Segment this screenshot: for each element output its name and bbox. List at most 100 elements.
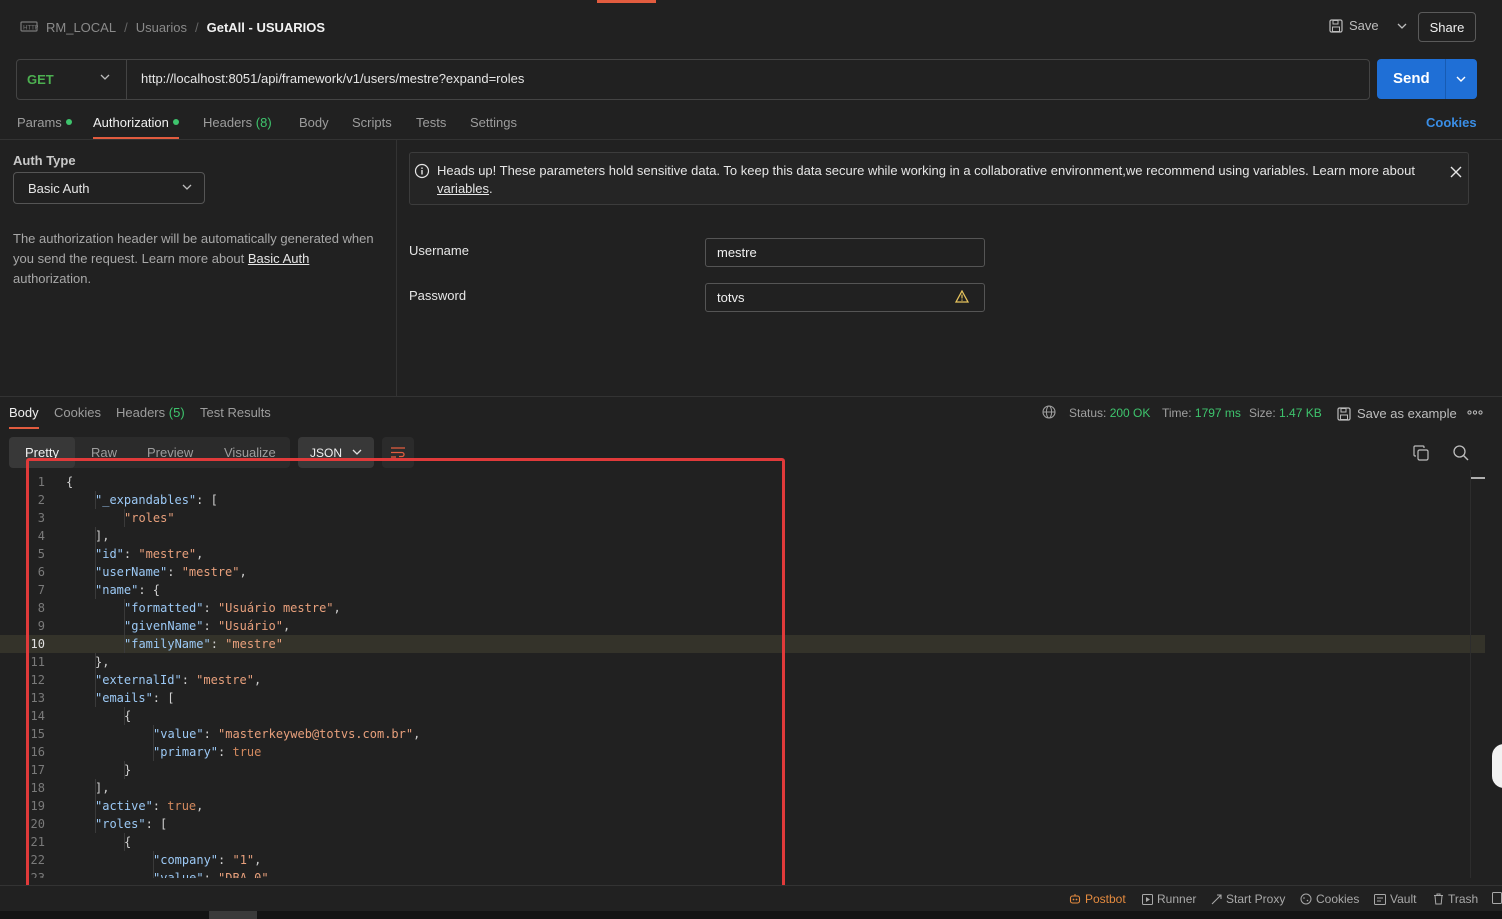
response-headers-count: (5): [168, 405, 185, 420]
start-proxy-label: Start Proxy: [1226, 892, 1286, 906]
postbot-label: Postbot: [1085, 892, 1126, 906]
username-input[interactable]: mestre: [705, 238, 985, 267]
tab-authorization-label: Authorization: [93, 115, 169, 130]
response-time[interactable]: Time: 1797 ms: [1162, 406, 1241, 420]
variables-link[interactable]: variables: [437, 181, 489, 196]
tab-scripts[interactable]: Scripts: [352, 115, 392, 139]
auth-description: The authorization header will be automat…: [13, 229, 383, 289]
response-tab-test-results[interactable]: Test Results: [200, 405, 271, 429]
vault-icon: [1374, 893, 1386, 905]
response-tab-headers[interactable]: Headers (5): [116, 405, 185, 429]
postbot-button[interactable]: Postbot: [1069, 892, 1126, 906]
size-value: 1.47 KB: [1279, 406, 1322, 420]
response-tab-cookies[interactable]: Cookies: [54, 405, 101, 429]
tab-params[interactable]: Params: [17, 115, 72, 139]
basic-auth-link[interactable]: Basic Auth: [248, 251, 309, 266]
response-headers-label: Headers: [116, 405, 166, 420]
url-input[interactable]: http://localhost:8051/api/framework/v1/u…: [141, 71, 524, 86]
send-divider: [1445, 59, 1446, 99]
globe-icon[interactable]: [1042, 405, 1056, 419]
time-label: Time:: [1162, 406, 1192, 420]
side-handle[interactable]: [1492, 744, 1502, 788]
auth-type-value: Basic Auth: [28, 180, 90, 196]
active-window-indicator: [597, 0, 656, 3]
password-label: Password: [409, 288, 467, 303]
http-request-icon: HTTP: [20, 19, 38, 35]
save-icon: [1329, 18, 1343, 33]
chevron-down-icon[interactable]: [1397, 23, 1407, 29]
vault-label: Vault: [1390, 892, 1417, 906]
tab-body[interactable]: Body: [299, 115, 329, 139]
method-select[interactable]: GET: [16, 59, 127, 100]
vault-button[interactable]: Vault: [1374, 892, 1416, 906]
breadcrumb-separator: /: [124, 19, 128, 35]
cookie-icon: [1300, 893, 1312, 905]
tabs-divider: [0, 139, 1502, 140]
taskbar-app[interactable]: [209, 911, 257, 919]
warning-icon[interactable]: [955, 290, 969, 303]
chevron-down-icon: [182, 184, 192, 190]
trash-button[interactable]: Trash: [1433, 892, 1478, 906]
breadcrumb-item-folder[interactable]: Usuarios: [136, 20, 187, 35]
save-as-example-button[interactable]: Save as example: [1337, 406, 1457, 421]
breadcrumb-separator: /: [195, 19, 199, 35]
save-button[interactable]: Save: [1329, 18, 1407, 33]
auth-panel-divider: [396, 140, 397, 396]
tab-authorization[interactable]: Authorization: [93, 115, 179, 139]
annotation-highlight-box: [26, 458, 785, 905]
info-icon: [414, 163, 430, 179]
send-options-chevron-icon[interactable]: [1456, 76, 1466, 82]
trash-icon: [1433, 893, 1444, 905]
svg-text:HTTP: HTTP: [23, 25, 38, 32]
breadcrumb-item-collection[interactable]: RM_LOCAL: [46, 20, 116, 35]
auth-type-select[interactable]: Basic Auth: [13, 172, 205, 204]
notice-text: Heads up! These parameters hold sensitiv…: [437, 162, 1417, 198]
tab-headers[interactable]: Headers (8): [203, 115, 272, 139]
more-options-icon[interactable]: [1467, 410, 1483, 415]
request-name[interactable]: GetAll - USUARIOS: [207, 20, 325, 35]
cookies-link[interactable]: Cookies: [1426, 115, 1477, 130]
method-value: GET: [27, 72, 54, 87]
size-label: Size:: [1249, 406, 1276, 420]
response-tab-body[interactable]: Body: [9, 405, 39, 429]
cookies-label: Cookies: [1316, 892, 1360, 906]
runner-icon: [1142, 893, 1153, 905]
time-value: 1797 ms: [1194, 406, 1241, 420]
share-button[interactable]: Share: [1418, 12, 1476, 42]
save-label: Save: [1349, 18, 1379, 33]
runner-label: Runner: [1157, 892, 1197, 906]
auth-type-label: Auth Type: [13, 153, 76, 168]
close-icon[interactable]: [1450, 166, 1462, 178]
notice-message: Heads up! These parameters hold sensitiv…: [437, 163, 1415, 178]
tab-params-label: Params: [17, 115, 62, 130]
auth-indicator: [172, 119, 179, 125]
layout-icon[interactable]: [1492, 892, 1502, 904]
notice-end: .: [489, 181, 493, 196]
tab-tests[interactable]: Tests: [416, 115, 446, 139]
headers-count: (8): [255, 115, 272, 130]
password-input[interactable]: totvs: [705, 283, 985, 312]
copy-icon[interactable]: [1413, 445, 1429, 461]
send-label[interactable]: Send: [1393, 70, 1430, 87]
cookies-button[interactable]: Cookies: [1300, 892, 1359, 906]
tab-settings[interactable]: Settings: [470, 115, 517, 139]
proxy-icon: [1211, 893, 1222, 905]
start-proxy-button[interactable]: Start Proxy: [1211, 892, 1285, 906]
auth-description-end: authorization.: [13, 271, 92, 286]
status-label: Status:: [1069, 406, 1107, 420]
postbot-icon: [1069, 893, 1081, 905]
response-size[interactable]: Size: 1.47 KB: [1249, 406, 1322, 420]
tab-headers-label: Headers: [203, 115, 253, 130]
scrollbar-thumb[interactable]: [1471, 477, 1485, 479]
response-divider: [0, 396, 1502, 397]
auth-description-text: The authorization header will be automat…: [13, 231, 374, 266]
save-as-example-label: Save as example: [1357, 406, 1457, 421]
trash-label: Trash: [1448, 892, 1479, 906]
scrollbar-track[interactable]: [1470, 470, 1471, 878]
runner-button[interactable]: Runner: [1142, 892, 1196, 906]
status-value: 200 OK: [1109, 406, 1151, 420]
search-icon[interactable]: [1453, 445, 1469, 461]
chevron-down-icon: [100, 74, 110, 80]
chevron-down-icon: [352, 449, 362, 455]
response-status[interactable]: Status: 200 OK: [1069, 406, 1150, 420]
